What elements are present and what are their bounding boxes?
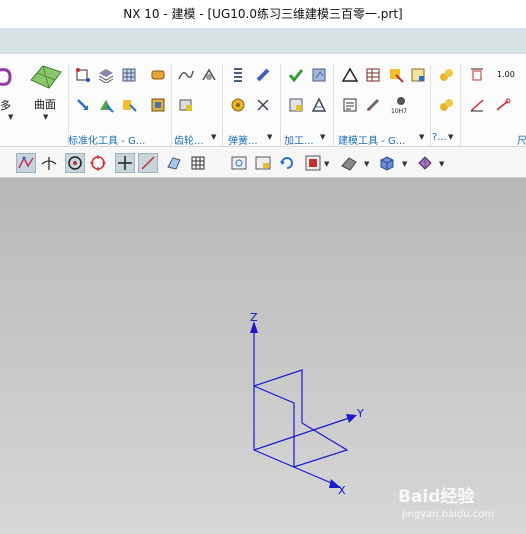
y-axis-label: Y [357, 407, 364, 420]
zoom-window-icon[interactable] [254, 154, 272, 172]
group-label-standard-tools: 标准化工具 - G... [68, 136, 146, 147]
grid-snap-icon[interactable] [189, 154, 207, 172]
chevron-down-icon[interactable]: ▼ [324, 160, 329, 168]
view-fit-icon[interactable] [230, 154, 248, 172]
chevron-down-icon[interactable]: ▼ [320, 133, 325, 141]
group-label-gear: 齿轮... [174, 136, 204, 147]
cut-off-icon[interactable] [0, 66, 12, 88]
pen-edit-icon[interactable] [365, 97, 381, 113]
surface-icon [30, 65, 62, 89]
spring-delete-icon[interactable] [255, 97, 271, 113]
quadrant-snap-icon[interactable] [89, 154, 107, 172]
transform-icon[interactable] [98, 97, 114, 113]
spring-coil-icon[interactable] [230, 67, 246, 83]
chevron-down-icon[interactable]: ▼ [439, 160, 444, 168]
title-bar: NX 10 - 建模 - [UG10.0练习三维建模三百零一.prt] [0, 0, 526, 28]
y-arrow-icon [346, 414, 357, 423]
attribute-icon[interactable] [121, 97, 137, 113]
group-divider [460, 64, 461, 146]
gold-stack-icon[interactable] [438, 97, 454, 113]
group-label-dimension: 尺 [517, 136, 526, 147]
operation-list-icon[interactable] [288, 97, 304, 113]
process-icon[interactable] [311, 67, 327, 83]
align-points-icon[interactable] [75, 67, 91, 83]
datum-csys[interactable] [0, 178, 526, 534]
group-divider [333, 64, 334, 146]
x-axis-line [253, 449, 337, 486]
shaded-view-icon[interactable] [340, 154, 358, 172]
chevron-down-icon[interactable]: ▼ [8, 113, 13, 121]
group-label-modeling-tools: 建模工具 - G... [338, 136, 406, 147]
precision-value[interactable]: 1.00 [497, 70, 515, 79]
chevron-down-icon[interactable]: ▼ [267, 133, 272, 141]
group-divider [222, 64, 223, 146]
table-grid-icon[interactable] [121, 67, 137, 83]
chevron-down-icon[interactable]: ▼ [211, 133, 216, 141]
group-divider [430, 64, 431, 146]
x-axis-label: X [338, 484, 346, 497]
ribbon-tab-strip [0, 28, 526, 54]
intersection-snap-icon[interactable] [40, 154, 58, 172]
surface-label: 曲面 [34, 98, 56, 111]
assembly-icon[interactable] [150, 97, 166, 113]
hole-fit-icon[interactable]: 10H7 [390, 95, 412, 115]
watermark-main: Baid经验 [398, 487, 475, 507]
line-snap-icon[interactable] [138, 153, 158, 173]
layers-icon[interactable] [98, 67, 114, 83]
gear-edit-icon[interactable] [178, 97, 194, 113]
center-snap-icon[interactable] [65, 153, 85, 173]
check-icon[interactable] [288, 67, 304, 83]
pencil-tool-icon[interactable] [150, 67, 166, 83]
group-label-unknown: ?... [432, 132, 447, 143]
document-icon[interactable] [342, 97, 358, 113]
chevron-down-icon[interactable]: ▼ [448, 133, 453, 141]
triangle-icon[interactable] [342, 67, 358, 83]
orient-view-icon[interactable] [304, 154, 322, 172]
section-view-icon[interactable] [416, 154, 434, 172]
move-down-icon[interactable] [75, 97, 91, 113]
z-axis-label: Z [250, 311, 258, 324]
spreadsheet-icon[interactable] [365, 67, 381, 83]
gold-parts-icon[interactable] [438, 67, 454, 83]
machining-icon[interactable] [311, 97, 327, 113]
chevron-down-icon: ▼ [43, 113, 49, 121]
group-divider [280, 64, 281, 146]
xy-plane [293, 422, 349, 468]
more-label[interactable]: 多 [0, 97, 11, 113]
spring-gold-icon[interactable] [230, 97, 246, 113]
angle-dimension-icon[interactable] [469, 97, 485, 113]
window-title: NX 10 - 建模 - [UG10.0练习三维建模三百零一.prt] [123, 7, 403, 21]
chevron-down-icon[interactable]: ▼ [364, 160, 369, 168]
group-divider [171, 64, 172, 146]
yz-plane [253, 385, 295, 467]
group-label-spring: 弹簧... [228, 136, 258, 147]
spring-design-icon[interactable] [255, 67, 271, 83]
gear-profile-icon[interactable] [201, 67, 217, 83]
feature-table-icon[interactable] [410, 67, 426, 83]
cube-view-icon[interactable] [378, 154, 396, 172]
expression-icon[interactable] [388, 67, 404, 83]
point-snap-icon[interactable] [115, 153, 135, 173]
watermark-url: jingyan.baidu.com [402, 509, 495, 520]
surface-button[interactable]: 曲面 ▼ [26, 60, 66, 128]
chevron-down-icon[interactable]: ▼ [402, 160, 407, 168]
gear-curve-icon[interactable] [178, 67, 194, 83]
radius-dimension-icon[interactable] [495, 97, 511, 113]
group-label-machining: 加工... [284, 136, 314, 147]
curve-snap-icon[interactable] [16, 153, 36, 173]
chevron-down-icon[interactable]: ▼ [419, 133, 424, 141]
baidu-watermark: Baid经验 jingyan.baidu.com [398, 482, 494, 520]
hole-fit-label: 10H7 [391, 108, 407, 115]
dimension-icon[interactable] [469, 67, 485, 83]
rotate-icon[interactable] [278, 154, 296, 172]
face-snap-icon[interactable] [165, 154, 183, 172]
y-axis-line [253, 416, 353, 451]
